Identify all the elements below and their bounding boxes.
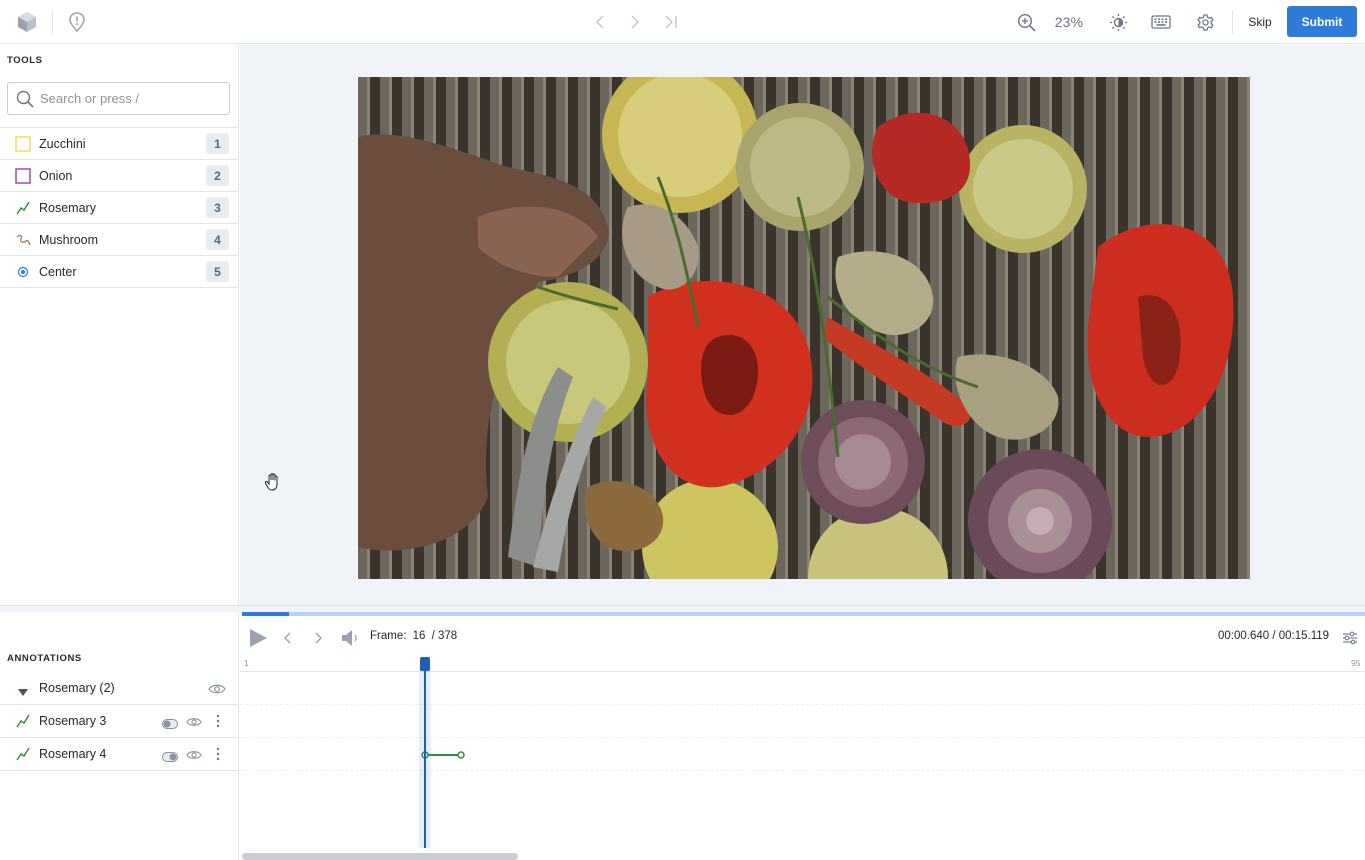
toolbar-separator: [52, 10, 53, 34]
frame-label-text: Frame:: [370, 630, 407, 642]
top-toolbar: 23% Skip Submit: [0, 0, 1365, 44]
playhead-handle[interactable]: [420, 657, 430, 671]
tool-item-onion[interactable]: Onion 2: [0, 160, 238, 192]
report-issue-icon[interactable]: [64, 0, 90, 44]
tool-hotkey: 3: [206, 197, 229, 218]
annotation-item-rosemary-3[interactable]: Rosemary 3: [0, 705, 238, 738]
panel-divider[interactable]: [0, 605, 1365, 612]
zoom-level-text: 23%: [1054, 14, 1084, 30]
annotation-item-label: Rosemary 3: [39, 714, 107, 728]
search-icon: [16, 90, 34, 108]
freehand-icon: [15, 232, 31, 248]
skip-to-end-icon[interactable]: [660, 0, 682, 44]
tool-search-box[interactable]: [7, 82, 230, 115]
time-readout: 00:00.640 / 00:15.119: [1218, 630, 1330, 642]
tools-list: Zucchini 1 Onion 2 Rosemary 3 Mushroom 4: [0, 127, 238, 288]
skip-button-label: Skip: [1248, 15, 1272, 29]
submit-button[interactable]: Submit: [1287, 6, 1357, 37]
tool-hotkey: 1: [206, 133, 229, 154]
annotation-group-label: Rosemary (2): [39, 681, 115, 695]
tool-item-rosemary[interactable]: Rosemary 3: [0, 192, 238, 224]
annotation-item-label: Rosemary 4: [39, 747, 107, 761]
tool-item-zucchini[interactable]: Zucchini 1: [0, 128, 238, 160]
previous-frame-icon[interactable]: [280, 626, 294, 650]
skip-button[interactable]: Skip: [1244, 0, 1276, 44]
frame-counter: Frame: 16 / 378: [370, 630, 457, 642]
eye-icon[interactable]: [186, 748, 202, 766]
pan-cursor-icon: [264, 472, 282, 497]
ruler-end-label: 95: [1351, 658, 1361, 668]
timeline-scrollbar[interactable]: [242, 853, 518, 860]
tool-hotkey: 5: [206, 261, 229, 282]
logo-icon: [14, 0, 40, 44]
ruler-start-label: 1: [244, 658, 249, 668]
timeline-track-group: [240, 672, 1365, 705]
tools-section-label: TOOLS: [7, 55, 43, 66]
next-task-icon[interactable]: [625, 0, 645, 44]
video-progress-fill: [242, 612, 290, 616]
annotation-canvas[interactable]: [240, 45, 1365, 607]
tool-item-center[interactable]: Center 5: [0, 256, 238, 288]
eye-icon[interactable]: [208, 682, 226, 700]
toolbar-separator: [1232, 10, 1233, 34]
zoom-level[interactable]: 23%: [1048, 0, 1090, 44]
settings-gear-icon[interactable]: [1192, 0, 1218, 44]
previous-task-icon[interactable]: [590, 0, 610, 44]
annotations-panel: ANNOTATIONS Rosemary (2) Rosemary 3 Rose…: [0, 612, 239, 860]
interpolation-toggle-icon[interactable]: [162, 749, 178, 767]
tools-panel: TOOLS Zucchini 1 Onion 2: [0, 45, 239, 607]
bbox-icon: [15, 168, 31, 184]
more-options-icon[interactable]: [215, 747, 221, 766]
tool-item-label: Rosemary: [39, 200, 96, 215]
play-icon[interactable]: [246, 626, 270, 650]
polyline-icon: [15, 200, 31, 216]
keyboard-shortcuts-icon[interactable]: [1148, 0, 1174, 44]
tool-item-label: Onion: [39, 168, 73, 183]
tool-hotkey: 4: [206, 229, 229, 250]
timeline-track-rosemary-4[interactable]: [240, 738, 1365, 771]
timeline-settings-icon[interactable]: [1340, 626, 1360, 650]
tool-item-label: Center: [39, 264, 77, 279]
collapse-caret-icon[interactable]: [18, 684, 28, 702]
tool-item-mushroom[interactable]: Mushroom 4: [0, 224, 238, 256]
frame-current-input[interactable]: 16: [413, 630, 426, 642]
annotation-group-rosemary[interactable]: Rosemary (2): [0, 672, 238, 705]
point-icon: [15, 264, 31, 280]
video-progress-bar[interactable]: [242, 612, 1365, 616]
video-frame-image[interactable]: [358, 77, 1250, 579]
video-timeline: Frame: 16 / 378 00:00.640 / 00:15.119 1 …: [240, 612, 1365, 860]
eye-icon[interactable]: [186, 715, 202, 733]
bbox-icon: [15, 136, 31, 152]
tool-search-input[interactable]: [40, 91, 220, 106]
annotations-section-label: ANNOTATIONS: [7, 653, 82, 664]
zoom-in-icon[interactable]: [1014, 0, 1038, 44]
tool-item-label: Zucchini: [39, 136, 86, 151]
more-options-icon[interactable]: [215, 714, 221, 733]
interpolation-toggle-icon[interactable]: [162, 716, 178, 734]
tool-item-label: Mushroom: [39, 232, 99, 247]
playhead-line[interactable]: [424, 664, 426, 848]
submit-button-label: Submit: [1301, 14, 1343, 29]
tool-hotkey: 2: [206, 165, 229, 186]
brightness-icon[interactable]: [1106, 0, 1130, 44]
annotation-item-rosemary-4[interactable]: Rosemary 4: [0, 738, 238, 771]
volume-icon[interactable]: [340, 626, 362, 650]
next-frame-icon[interactable]: [312, 626, 326, 650]
polyline-icon: [15, 746, 31, 762]
polyline-icon: [15, 713, 31, 729]
timeline-track-rosemary-3[interactable]: [240, 705, 1365, 738]
frame-total: / 378: [431, 630, 458, 642]
